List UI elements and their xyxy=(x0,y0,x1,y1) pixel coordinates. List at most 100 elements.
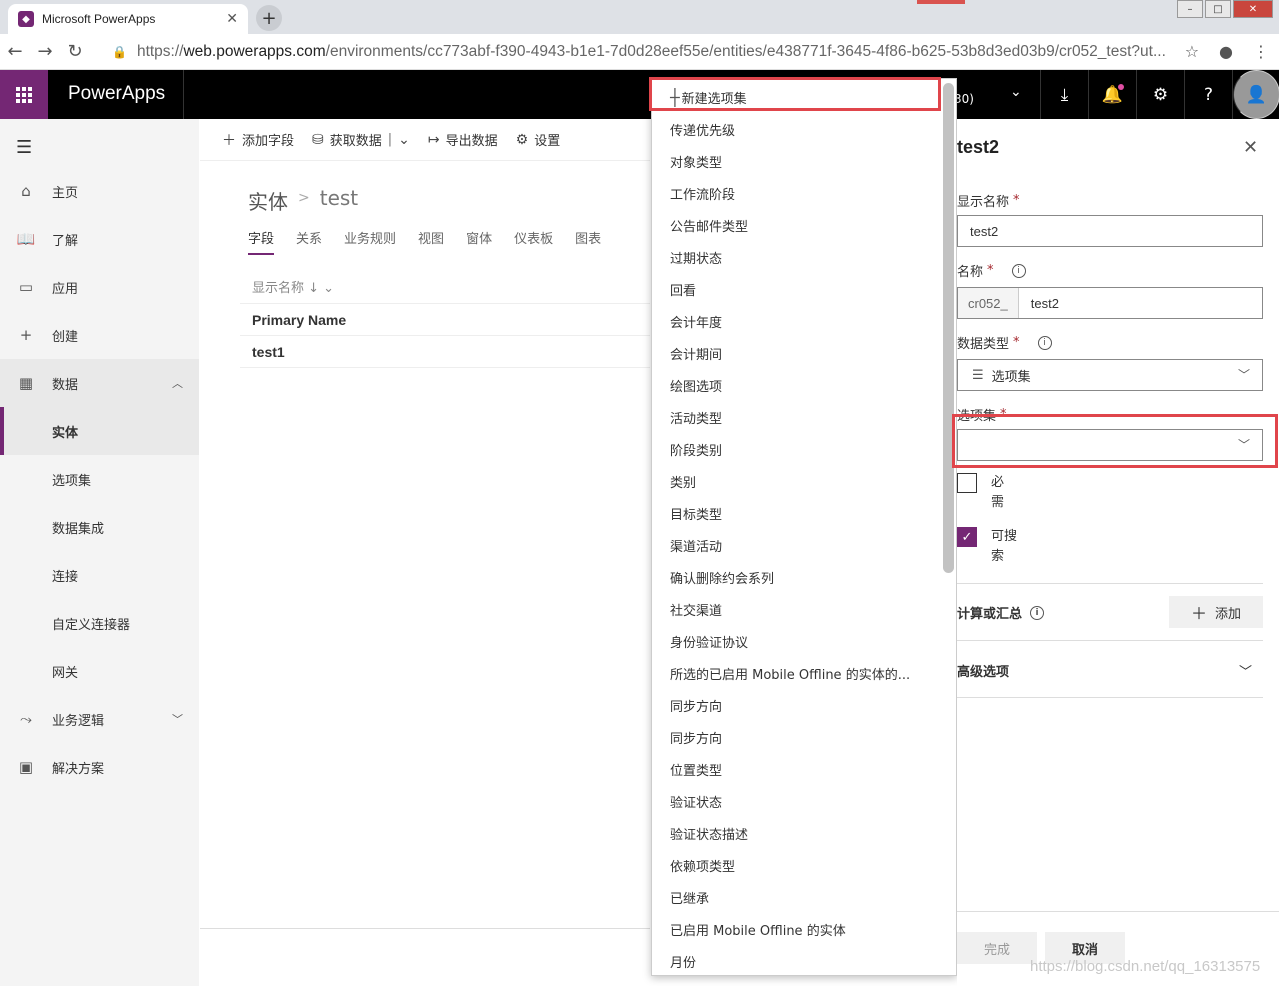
tab-fields[interactable]: 字段 xyxy=(248,228,275,255)
dropdown-scrollbar[interactable] xyxy=(943,83,954,573)
tab-views[interactable]: 视图 xyxy=(418,228,444,255)
column-sort-header[interactable]: 显示名称 ↓ ⌄ xyxy=(252,277,334,296)
nav-apps[interactable]: ▭ 应用 xyxy=(0,263,199,311)
nav-data[interactable]: ▦ 数据 ︿ xyxy=(0,359,199,407)
dropdown-option[interactable]: 对象类型 xyxy=(652,145,942,177)
dropdown-option[interactable]: 会计期间 xyxy=(652,337,942,369)
nav-create[interactable]: + 创建 xyxy=(0,311,199,359)
help-icon[interactable]: ? xyxy=(1184,70,1232,119)
name-field[interactable]: cr052_ test2 xyxy=(957,287,1263,319)
waffle-icon xyxy=(16,86,32,103)
gear-icon: ⚙ xyxy=(515,131,529,148)
close-icon[interactable]: ✕ xyxy=(1243,137,1258,158)
dropdown-option[interactable]: 已继承 xyxy=(652,881,942,913)
tab-charts[interactable]: 图表 xyxy=(575,228,601,255)
required-checkbox[interactable] xyxy=(957,473,977,493)
dropdown-option[interactable]: 目标类型 xyxy=(652,497,942,529)
reload-icon[interactable]: ↻ xyxy=(60,41,90,62)
dropdown-option[interactable]: 同步方向 xyxy=(652,689,942,721)
new-tab-button[interactable]: + xyxy=(256,5,282,31)
dropdown-option[interactable]: 会计年度 xyxy=(652,305,942,337)
dropdown-option[interactable]: 验证状态 xyxy=(652,785,942,817)
dropdown-option[interactable]: 同步方向 xyxy=(652,721,942,753)
breadcrumb-separator-icon: > xyxy=(298,190,310,206)
environment-chevron-icon[interactable]: ⌄ xyxy=(1010,84,1022,100)
nav-learn[interactable]: 📖 了解 xyxy=(0,215,199,263)
minimize-button[interactable]: – xyxy=(1177,0,1203,18)
table-header[interactable]: Primary Name xyxy=(240,303,650,336)
add-calc-button[interactable]: ＋ 添加 xyxy=(1169,596,1263,628)
info-icon[interactable]: i xyxy=(1037,335,1052,350)
nav-sub-entities[interactable]: 实体 xyxy=(0,407,199,455)
data-type-select[interactable]: ☰ 选项集 ﹀ xyxy=(957,359,1263,391)
nav-sub-data-integration[interactable]: 数据集成 xyxy=(0,503,199,551)
dropdown-option[interactable]: 工作流阶段 xyxy=(652,177,942,209)
browser-tab[interactable]: ◆ Microsoft PowerApps ✕ xyxy=(8,4,248,34)
tab-dashboards[interactable]: 仪表板 xyxy=(514,228,553,255)
url-field[interactable]: 🔒 https://web.powerapps.com/environments… xyxy=(112,40,1202,64)
command-bar: ＋ 添加字段 ⛁ 获取数据 | ⌄ ↦ 导出数据 ⚙ 设置 xyxy=(200,119,650,161)
address-actions: ☆ ● ⋮ xyxy=(1185,42,1269,61)
searchable-checkbox[interactable]: ✓ xyxy=(957,527,977,547)
dropdown-option[interactable]: 依赖项类型 xyxy=(652,849,942,881)
dropdown-option[interactable]: 阶段类别 xyxy=(652,433,942,465)
dropdown-option[interactable]: 活动类型 xyxy=(652,401,942,433)
info-icon[interactable]: i xyxy=(1011,263,1026,278)
bookmark-star-icon[interactable]: ☆ xyxy=(1185,42,1199,61)
window-close-button[interactable]: ✕ xyxy=(1233,0,1273,18)
dropdown-option[interactable]: 已启用 Mobile Offline 的实体 xyxy=(652,913,942,945)
settings-gear-icon[interactable]: ⚙ xyxy=(1136,70,1184,119)
dropdown-option[interactable]: 身份验证协议 xyxy=(652,625,942,657)
add-field-button[interactable]: ＋ 添加字段 xyxy=(222,130,294,150)
nav-home[interactable]: ⌂ 主页 xyxy=(0,167,199,215)
nav-solutions[interactable]: ▣ 解决方案 xyxy=(0,743,199,791)
tab-relationships[interactable]: 关系 xyxy=(296,228,322,255)
profile-icon[interactable]: ● xyxy=(1219,42,1233,61)
nav-sub-optionsets[interactable]: 选项集 xyxy=(0,455,199,503)
dropdown-option[interactable]: 验证状态描述 xyxy=(652,817,942,849)
dropdown-option[interactable]: 确认删除约会系列 xyxy=(652,561,942,593)
nav-sub-custom-connectors[interactable]: 自定义连接器 xyxy=(0,599,199,647)
breadcrumb-root[interactable]: 实体 xyxy=(248,186,288,215)
dropdown-option[interactable]: 月份 xyxy=(652,945,942,975)
dropdown-option[interactable]: 过期状态 xyxy=(652,241,942,273)
display-name-field[interactable]: test2 xyxy=(957,215,1263,247)
hamburger-menu-icon[interactable]: ☰ xyxy=(16,137,32,158)
menu-kebab-icon[interactable]: ⋮ xyxy=(1253,42,1269,61)
dropdown-option[interactable]: 绘图选项 xyxy=(652,369,942,401)
optionset-dropdown-list[interactable]: ┼ 新建选项集 传递优先级 对象类型 工作流阶段 公告邮件类型 过期状态 回看 会计年度 会计… xyxy=(651,78,957,976)
app-launcher-button[interactable] xyxy=(0,70,48,119)
back-icon[interactable]: ← xyxy=(0,41,30,62)
close-tab-icon[interactable]: ✕ xyxy=(226,11,238,27)
chevron-down-icon[interactable]: ⌄ xyxy=(398,132,410,148)
download-icon[interactable]: ⤓ xyxy=(1040,70,1088,119)
searchable-checkbox-row[interactable]: ✓ 可搜索 xyxy=(957,527,1021,567)
maximize-button[interactable]: □ xyxy=(1205,0,1231,18)
table-row[interactable]: test1 xyxy=(240,336,650,368)
done-button[interactable]: 完成 xyxy=(957,932,1037,964)
account-button[interactable]: 👤 xyxy=(1232,70,1279,119)
dropdown-option[interactable]: 位置类型 xyxy=(652,753,942,785)
export-data-button[interactable]: ↦ 导出数据 xyxy=(428,130,498,150)
required-checkbox-row[interactable]: 必需 xyxy=(957,473,1007,513)
dropdown-option[interactable]: 社交渠道 xyxy=(652,593,942,625)
nav-sub-gateways[interactable]: 网关 xyxy=(0,647,199,695)
tab-forms[interactable]: 窗体 xyxy=(466,228,492,255)
dropdown-option[interactable]: 公告邮件类型 xyxy=(652,209,942,241)
app-name[interactable]: PowerApps xyxy=(68,83,165,105)
dropdown-option[interactable]: 传递优先级 xyxy=(652,113,942,145)
browser-tabbar: ◆ Microsoft PowerApps ✕ + – □ ✕ xyxy=(0,0,1279,34)
nav-sub-connections[interactable]: 连接 xyxy=(0,551,199,599)
notification-bell-icon[interactable]: 🔔 xyxy=(1088,70,1136,119)
get-data-button[interactable]: ⛁ 获取数据 | ⌄ xyxy=(312,130,410,150)
nav-business-logic[interactable]: ⤳ 业务逻辑 ﹀ xyxy=(0,695,199,743)
dropdown-option[interactable]: 回看 xyxy=(652,273,942,305)
dropdown-option[interactable]: 所选的已启用 Mobile Offline 的实体的... xyxy=(652,657,942,689)
advanced-options-toggle[interactable]: 高级选项 ﹀ xyxy=(957,661,1263,680)
dropdown-option[interactable]: 渠道活动 xyxy=(652,529,942,561)
info-icon[interactable]: i xyxy=(1030,605,1045,620)
dropdown-option[interactable]: 类别 xyxy=(652,465,942,497)
tab-business-rules[interactable]: 业务规则 xyxy=(344,228,396,255)
settings-button[interactable]: ⚙ 设置 xyxy=(515,130,561,150)
forward-icon[interactable]: → xyxy=(30,41,60,62)
